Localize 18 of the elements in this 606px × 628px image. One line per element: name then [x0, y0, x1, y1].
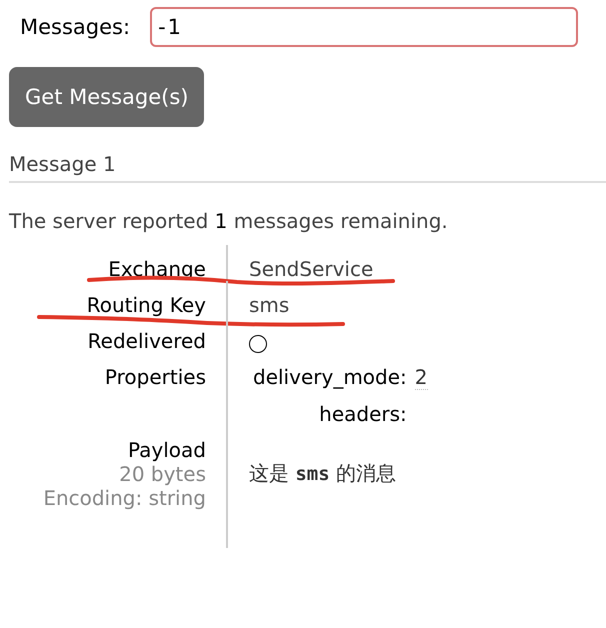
property-key: headers: [319, 402, 407, 426]
message-heading: Message 1 [9, 152, 116, 176]
payload-text: 这是 sms 的消息 [249, 460, 396, 487]
remaining-text: The server reported 1 messages remaining. [9, 209, 449, 233]
field-label: Properties [104, 365, 206, 389]
property-value: 2 [414, 365, 428, 390]
field-value: SendService [249, 257, 374, 281]
property-key: delivery_mode: [253, 365, 407, 390]
payload-note: 20 bytes [119, 462, 206, 486]
field-value: sms [249, 293, 290, 317]
field-label: Payload [128, 438, 206, 462]
get-messages-button[interactable]: Get Message(s) [9, 67, 204, 127]
field-label: Routing Key [86, 293, 206, 317]
payload-note: Encoding: string [43, 486, 206, 510]
field-label: Exchange [108, 257, 206, 281]
messages-label: Messages: [19, 15, 130, 39]
field-label: Redelivered [88, 329, 206, 353]
messages-input[interactable]: -1 [150, 7, 578, 47]
